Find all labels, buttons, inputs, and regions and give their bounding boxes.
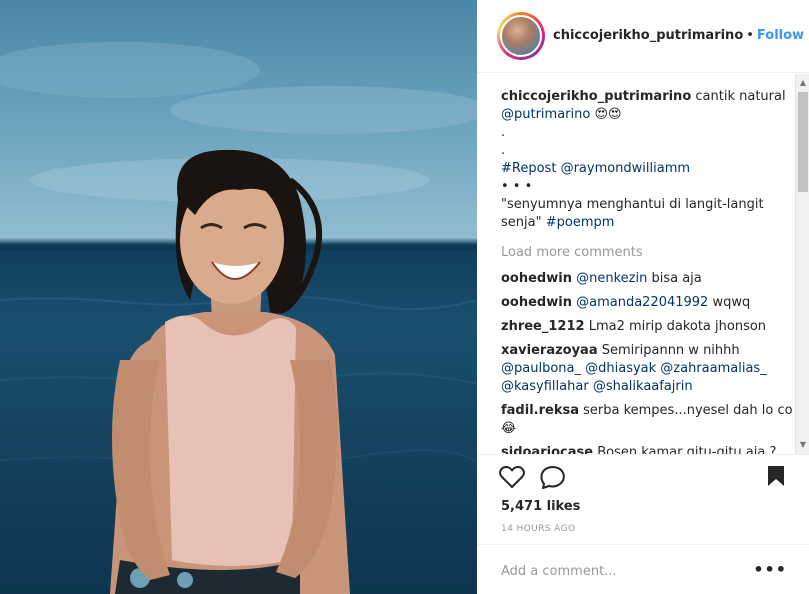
post-username[interactable]: chiccojerikho_putrimarino [553,28,743,43]
comment-mention[interactable]: @paulbona_ [501,361,581,376]
comment-item: sidoariocase Bosen kamar gitu-gitu aja ? [501,444,795,454]
scroll-down-arrow-icon[interactable]: ▼ [796,438,809,452]
comment-username[interactable]: zhree_1212 [501,319,585,334]
comment-mention[interactable]: @kasyfillahar [501,379,589,394]
post-actions: 5,471 likes 14 HOURS AGO [477,454,809,544]
bookmark-icon[interactable] [767,465,785,491]
caption-emoji: 😍😍 [594,107,622,122]
comment-item: xavierazoyaa Semiripannn w nihhh @paulbo… [501,342,795,396]
follow-button[interactable]: Follow [757,28,804,43]
header-separator: • [746,28,754,43]
caption-dot-2: . [501,143,506,158]
more-options-button[interactable]: ••• [753,560,787,579]
caption: chiccojerikho_putrimarino cantik natural… [501,88,795,232]
comment-mention[interactable]: @nenkezin [576,271,647,286]
caption-text: cantik natural [695,89,786,104]
comment-item: oohedwin @amanda22041992 wqwq [501,294,795,312]
comments-list: chiccojerikho_putrimarino cantik natural… [477,74,795,454]
comment-mention[interactable]: @shalikaafajrin [593,379,693,394]
caption-dot-1: . [501,125,506,140]
comment-mention[interactable]: @zahraamalias_ [660,361,766,376]
comment-username[interactable]: fadil.reksa [501,403,579,418]
comment-username[interactable]: sidoariocase [501,445,593,454]
avatar-image [500,15,542,57]
caption-repost-tag[interactable]: #Repost [501,161,556,176]
comment-mention[interactable]: @dhiasyak [585,361,656,376]
load-more-comments[interactable]: Load more comments [501,244,795,262]
post-photo[interactable] [0,0,477,594]
scrollbar-thumb[interactable] [798,92,808,192]
scroll-up-arrow-icon[interactable]: ▲ [796,76,809,90]
heart-icon[interactable] [499,465,525,493]
comment-icon[interactable] [540,465,566,493]
comment-text: Lma2 mirip dakota jhonson [588,319,767,334]
add-comment-bar: ••• [477,544,809,594]
caption-repost-mention[interactable]: @raymondwilliamm [561,161,691,176]
caption-ellipsis: • • • [501,179,533,194]
caption-quote: "senyumnya menghantui di langit-langit s… [501,197,764,230]
post-timestamp[interactable]: 14 HOURS AGO [501,524,575,534]
comment-item: oohedwin @nenkezin bisa aja [501,270,795,288]
avatar[interactable] [497,12,545,60]
comment-text: wqwq [712,295,751,310]
caption-username[interactable]: chiccojerikho_putrimarino [501,89,691,104]
comment-item: zhree_1212 Lma2 mirip dakota jhonson [501,318,795,336]
post-sidebar: chiccojerikho_putrimarino • Follow chiccoj… [477,0,809,594]
caption-mention[interactable]: @putrimarino [501,107,590,122]
comment-username[interactable]: xavierazoyaa [501,343,598,358]
comment-text: Bosen kamar gitu-gitu aja ? [597,445,777,454]
comment-text: Semiripannn w nihhh [601,343,740,358]
comment-mention[interactable]: @amanda22041992 [576,295,708,310]
caption-hashtag[interactable]: #poempm [546,215,615,230]
comment-username[interactable]: oohedwin [501,295,572,310]
header-text: chiccojerikho_putrimarino • Follow [553,28,804,43]
comment-item: fadil.reksa serba kempes...nyesel dah lo… [501,402,795,438]
photo-illustration [0,42,477,594]
comment-username[interactable]: oohedwin [501,271,572,286]
comment-text: bisa aja [651,271,702,286]
add-comment-input[interactable] [501,560,751,582]
comments-scrollbar[interactable]: ▲ ▼ [795,74,809,454]
post-header: chiccojerikho_putrimarino • Follow [477,0,809,73]
likes-count[interactable]: 5,471 likes [501,499,580,514]
